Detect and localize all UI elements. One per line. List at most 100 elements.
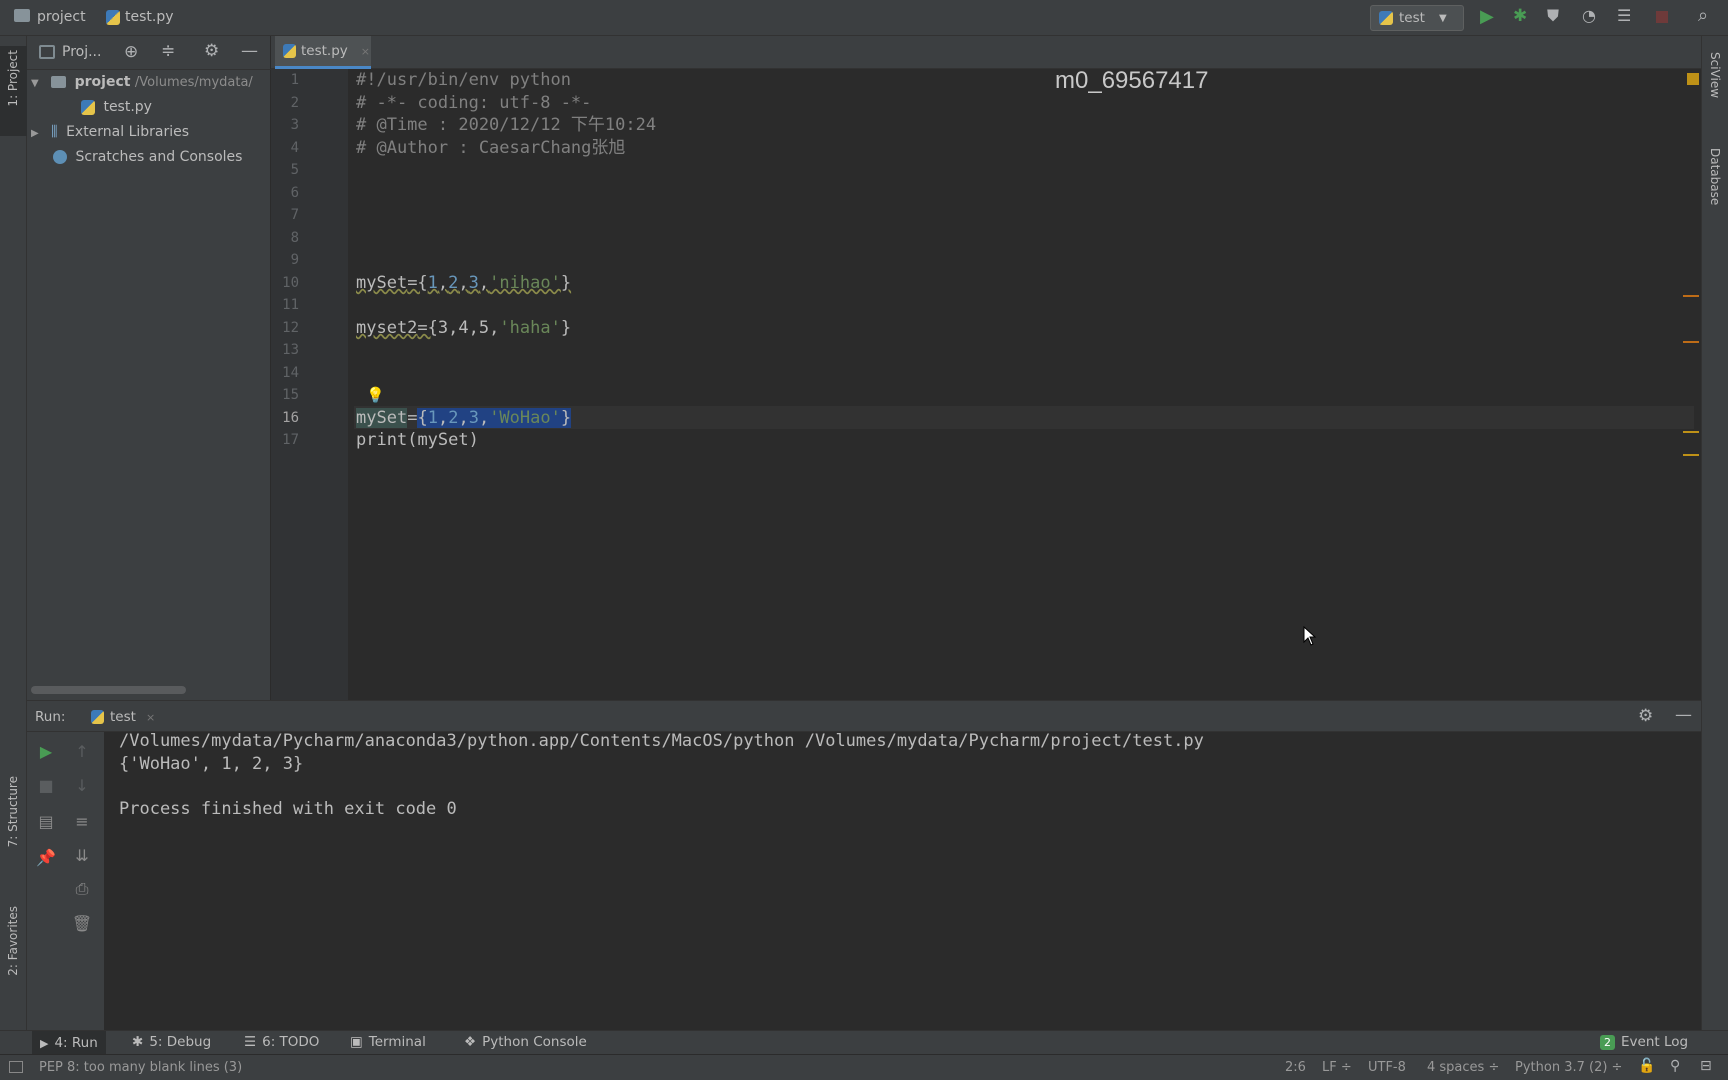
- event-count-badge: 2: [1600, 1034, 1615, 1050]
- tree-scratches-label: Scratches and Consoles: [75, 149, 243, 165]
- line-number: 12: [282, 319, 299, 336]
- memory-icon[interactable]: ⊟: [1700, 1058, 1712, 1074]
- line-number: 13: [282, 342, 299, 358]
- bottom-tool-tabs: ▶ 4: Run ✱ 5: Debug ☰ 6: TODO ▣ Terminal ❖ Py…: [0, 1030, 1728, 1055]
- stop-icon[interactable]: [1656, 11, 1668, 23]
- run-config-selector[interactable]: test ▼: [1370, 5, 1464, 31]
- horizontal-scrollbar[interactable]: [31, 686, 186, 694]
- breadcrumb-file[interactable]: test.py: [125, 9, 174, 25]
- run-icon[interactable]: ▶: [1480, 6, 1494, 27]
- minimize-icon[interactable]: —: [1675, 705, 1692, 725]
- toggle-panels-icon[interactable]: [9, 1061, 23, 1073]
- lightbulb-icon[interactable]: 💡: [366, 384, 385, 407]
- structure-tool-tab[interactable]: 7: Structure: [6, 776, 20, 847]
- warning-stripe[interactable]: [1683, 454, 1699, 456]
- file-encoding[interactable]: UTF-8: [1368, 1060, 1406, 1075]
- terminal-icon: ▣: [350, 1034, 363, 1050]
- code-area[interactable]: #!/usr/bin/env python # -*- coding: utf-…: [354, 69, 1694, 700]
- line-separator[interactable]: LF ÷: [1322, 1060, 1352, 1075]
- gear-icon[interactable]: ⚙: [204, 41, 219, 61]
- database-tool-tab[interactable]: Database: [1708, 148, 1722, 205]
- tree-row-external-libraries[interactable]: ▶ ⫼ External Libraries: [27, 120, 271, 145]
- soft-wrap-icon[interactable]: ≡: [65, 806, 99, 836]
- left-tool-strip: 1: Project 7: Structure 2: Favorites: [0, 36, 27, 1030]
- warning-stripe[interactable]: [1683, 431, 1699, 433]
- search-icon[interactable]: ⌕: [1698, 5, 1708, 26]
- tree-row-project[interactable]: ▼ project /Volumes/mydata/: [27, 70, 271, 95]
- breadcrumb-project[interactable]: project: [37, 9, 86, 25]
- layout-icon[interactable]: ▤: [29, 806, 63, 836]
- close-icon[interactable]: ×: [146, 711, 155, 724]
- trash-icon[interactable]: 🗑: [65, 908, 99, 938]
- console-line-command: /Volumes/mydata/Pycharm/anaconda3/python…: [119, 731, 1204, 751]
- code-line-4: # @Author : CaesarChang张旭: [356, 137, 626, 158]
- warning-stripe[interactable]: [1683, 341, 1699, 343]
- code-line-17: print(mySet): [356, 430, 479, 450]
- tool-tab-debug[interactable]: ✱ 5: Debug: [132, 1034, 211, 1050]
- tree-external-label: External Libraries: [66, 124, 190, 140]
- project-tool-tab[interactable]: 1: Project: [6, 50, 20, 107]
- coverage-icon[interactable]: ⛊: [1547, 6, 1559, 26]
- library-icon: ⫼: [51, 124, 58, 140]
- status-message: PEP 8: too many blank lines (3): [39, 1060, 243, 1075]
- line-number: 11: [282, 297, 299, 313]
- close-icon[interactable]: ×: [361, 45, 370, 58]
- concurrency-icon[interactable]: ☰: [1617, 6, 1631, 25]
- inspector-icon[interactable]: ⚲: [1670, 1058, 1680, 1074]
- up-arrow-icon[interactable]: ↑: [65, 736, 99, 766]
- run-config-label: test: [1399, 10, 1425, 26]
- status-bar: PEP 8: too many blank lines (3) 2:6 LF ÷…: [0, 1054, 1728, 1080]
- debug-icon[interactable]: ✱: [1513, 6, 1527, 26]
- code-line-2: # -*- coding: utf-8 -*-: [356, 92, 592, 113]
- line-number: 17: [282, 432, 299, 448]
- scroll-to-end-icon[interactable]: ⇊: [65, 840, 99, 870]
- console-line-result: {'WoHao', 1, 2, 3}: [119, 753, 304, 774]
- sciview-tool-tab[interactable]: SciView: [1708, 52, 1722, 98]
- collapse-icon[interactable]: ≑: [161, 41, 175, 61]
- lock-icon[interactable]: 🔓: [1638, 1058, 1655, 1074]
- bug-icon: ✱: [132, 1034, 144, 1050]
- python-file-icon: [283, 44, 296, 58]
- line-number: 3: [290, 117, 299, 133]
- favorites-tool-tab[interactable]: 2: Favorites: [6, 906, 20, 976]
- caret-position[interactable]: 2:6: [1285, 1060, 1306, 1075]
- line-number: 2: [290, 94, 299, 111]
- profile-icon[interactable]: ◔: [1582, 6, 1596, 25]
- project-view-selector[interactable]: Proj...: [62, 44, 101, 60]
- python-interpreter[interactable]: Python 3.7 (2) ÷: [1515, 1060, 1622, 1075]
- tool-tab-terminal[interactable]: ▣ Terminal: [350, 1034, 426, 1050]
- print-icon[interactable]: ⎙: [65, 874, 99, 904]
- tab-label: test.py: [301, 43, 348, 59]
- run-tab-test[interactable]: test ×: [91, 701, 155, 733]
- run-toolbar: ▶ ↑ ■ ↓ ▤ ≡ 📌 ⇊ ⎙ 🗑: [27, 732, 104, 1030]
- pin-icon[interactable]: 📌: [29, 842, 63, 872]
- tool-tab-event-log[interactable]: 2 Event Log: [1600, 1034, 1688, 1050]
- tool-tab-todo[interactable]: ☰ 6: TODO: [244, 1034, 319, 1050]
- code-line-12: myset2={3,4,5,'haha'}: [356, 317, 572, 338]
- gear-icon[interactable]: ⚙: [1638, 706, 1653, 726]
- scratches-icon: [53, 150, 67, 164]
- code-line-16: mySet={1,2,3,'WoHao'}: [356, 407, 572, 428]
- stop-icon[interactable]: ■: [29, 770, 63, 800]
- hide-icon[interactable]: —: [241, 41, 258, 61]
- line-number: 15: [282, 387, 299, 403]
- project-view-icon: [39, 45, 55, 59]
- code-line-10: mySet={1,2,3,'nihao'}: [356, 272, 572, 293]
- tab-test-py[interactable]: test.py ×: [275, 36, 371, 69]
- rerun-icon[interactable]: ▶: [29, 736, 63, 766]
- tree-row-file[interactable]: test.py: [27, 95, 271, 120]
- folder-icon: [14, 9, 30, 22]
- warning-stripe[interactable]: [1683, 295, 1699, 297]
- console-output[interactable]: /Volumes/mydata/Pycharm/anaconda3/python…: [119, 730, 1689, 1026]
- line-number: 9: [290, 252, 299, 268]
- python-icon: [1379, 11, 1393, 25]
- indent-setting[interactable]: 4 spaces ÷: [1427, 1060, 1499, 1075]
- line-number: 4: [290, 139, 299, 156]
- locate-icon[interactable]: ⊕: [124, 42, 138, 62]
- tree-row-scratches[interactable]: Scratches and Consoles: [27, 145, 271, 170]
- inspection-status-icon[interactable]: [1687, 73, 1699, 85]
- right-tool-strip: SciView Database: [1701, 36, 1728, 1030]
- tool-tab-run[interactable]: ▶ 4: Run: [32, 1031, 106, 1055]
- tool-tab-python-console[interactable]: ❖ Python Console: [464, 1034, 587, 1050]
- down-arrow-icon[interactable]: ↓: [65, 770, 99, 800]
